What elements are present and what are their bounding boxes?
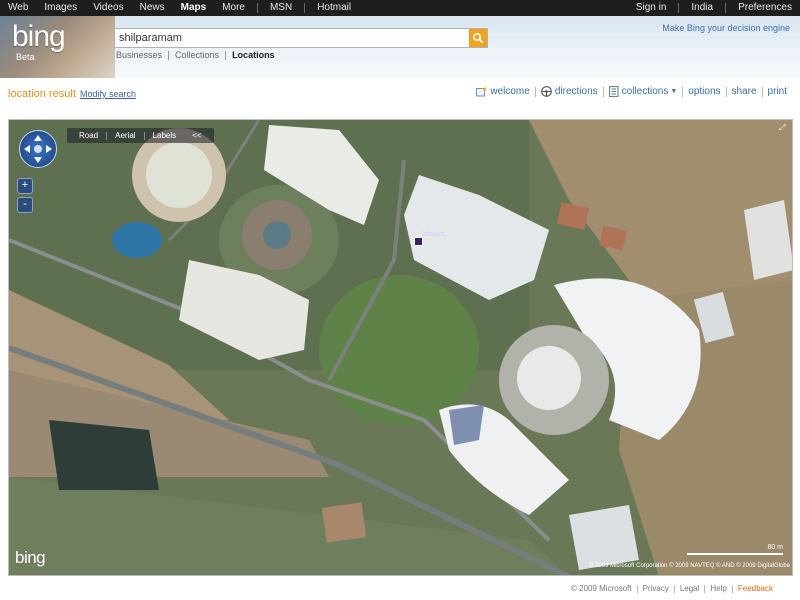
nav-web[interactable]: Web [0, 0, 36, 16]
search-scope-nav: Businesses Collections Locations [110, 50, 281, 60]
collections-icon [608, 86, 619, 97]
modify-search-link[interactable]: Modify search [80, 89, 136, 99]
nav-divider [725, 3, 727, 13]
nav-news[interactable]: News [132, 0, 173, 16]
pan-compass[interactable] [19, 130, 57, 168]
scale-label: 80 m [767, 544, 783, 551]
search-input[interactable] [115, 29, 473, 47]
share-button[interactable]: share [727, 86, 762, 97]
map-style-bar: Road Aerial Labels << [67, 128, 214, 143]
aerial-view-button[interactable]: Aerial [107, 131, 143, 140]
nav-maps[interactable]: Maps [173, 0, 215, 16]
map-bing-logo: bing [15, 548, 46, 567]
chevron-down-icon: ▼ [670, 88, 678, 95]
collections-label: collections [621, 86, 669, 97]
scale-bar [687, 553, 783, 555]
feedback-link[interactable]: Feedback [733, 584, 778, 593]
tagline-link[interactable]: Make Bing your decision engine [662, 23, 790, 33]
welcome-button[interactable]: welcome [471, 86, 534, 97]
search-box [114, 28, 488, 48]
search-header: bing Beta Businesses Collections Locatio… [0, 16, 800, 78]
options-button[interactable]: options [683, 86, 725, 97]
sign-in-link[interactable]: Sign in [628, 0, 675, 16]
zoom-out-button[interactable]: - [17, 197, 33, 213]
scope-businesses[interactable]: Businesses [110, 50, 168, 60]
nav-divider [678, 3, 680, 13]
nav-images[interactable]: Images [36, 0, 85, 16]
scope-collections[interactable]: Collections [169, 50, 225, 60]
top-nav-left: Web Images Videos News Maps More MSN Hot… [0, 0, 359, 16]
beta-label: Beta [16, 52, 35, 62]
nav-more[interactable]: More [214, 0, 253, 16]
top-navigation-bar: Web Images Videos News Maps More MSN Hot… [0, 0, 800, 16]
map-tools: welcome directions collections ▼ options… [471, 86, 792, 97]
footer-copyright: © 2009 Microsoft [571, 584, 632, 593]
nav-hotmail[interactable]: Hotmail [309, 0, 359, 16]
nav-msn[interactable]: MSN [262, 0, 300, 16]
region-link[interactable]: India [683, 0, 721, 16]
privacy-link[interactable]: Privacy [638, 584, 674, 593]
nav-divider [256, 3, 258, 13]
collections-button[interactable]: collections ▼ [604, 86, 683, 97]
welcome-label: welcome [490, 86, 530, 97]
pushpin-label: Infosys [422, 231, 445, 238]
zoom-in-button[interactable]: + [17, 178, 33, 194]
bing-logo[interactable]: bing [12, 20, 66, 54]
directions-button[interactable]: directions [536, 86, 603, 97]
nav-videos[interactable]: Videos [85, 0, 131, 16]
directions-icon [540, 86, 552, 97]
location-pushpin[interactable] [414, 237, 423, 246]
page-footer: © 2009 Microsoft Privacy Legal Help Feed… [566, 584, 778, 593]
collapse-controls-button[interactable]: << [184, 131, 209, 140]
top-nav-right: Sign in India Preferences [628, 0, 800, 16]
legal-link[interactable]: Legal [675, 584, 705, 593]
search-button[interactable] [469, 29, 487, 47]
scope-locations[interactable]: Locations [226, 50, 281, 60]
print-button[interactable]: print [763, 86, 792, 97]
map-copyright: © 2009 Microsoft Corporation © 2009 NAVT… [589, 563, 790, 569]
nav-divider [304, 3, 306, 13]
preferences-link[interactable]: Preferences [730, 0, 800, 16]
compass-arrows-icon [24, 135, 52, 163]
result-title: location result [8, 88, 76, 100]
directions-label: directions [554, 86, 598, 97]
expand-map-icon[interactable]: ⤢ [779, 123, 789, 133]
labels-toggle[interactable]: Labels [145, 131, 185, 140]
map-toolbar: location result Modify search welcome di… [0, 82, 800, 104]
welcome-icon [476, 87, 487, 96]
aerial-imagery[interactable] [9, 120, 793, 576]
aerial-map-view[interactable]: + - Road Aerial Labels << ⤢ Infosys bing… [8, 119, 793, 576]
help-link[interactable]: Help [705, 584, 731, 593]
search-icon [472, 32, 484, 44]
road-view-button[interactable]: Road [71, 131, 106, 140]
